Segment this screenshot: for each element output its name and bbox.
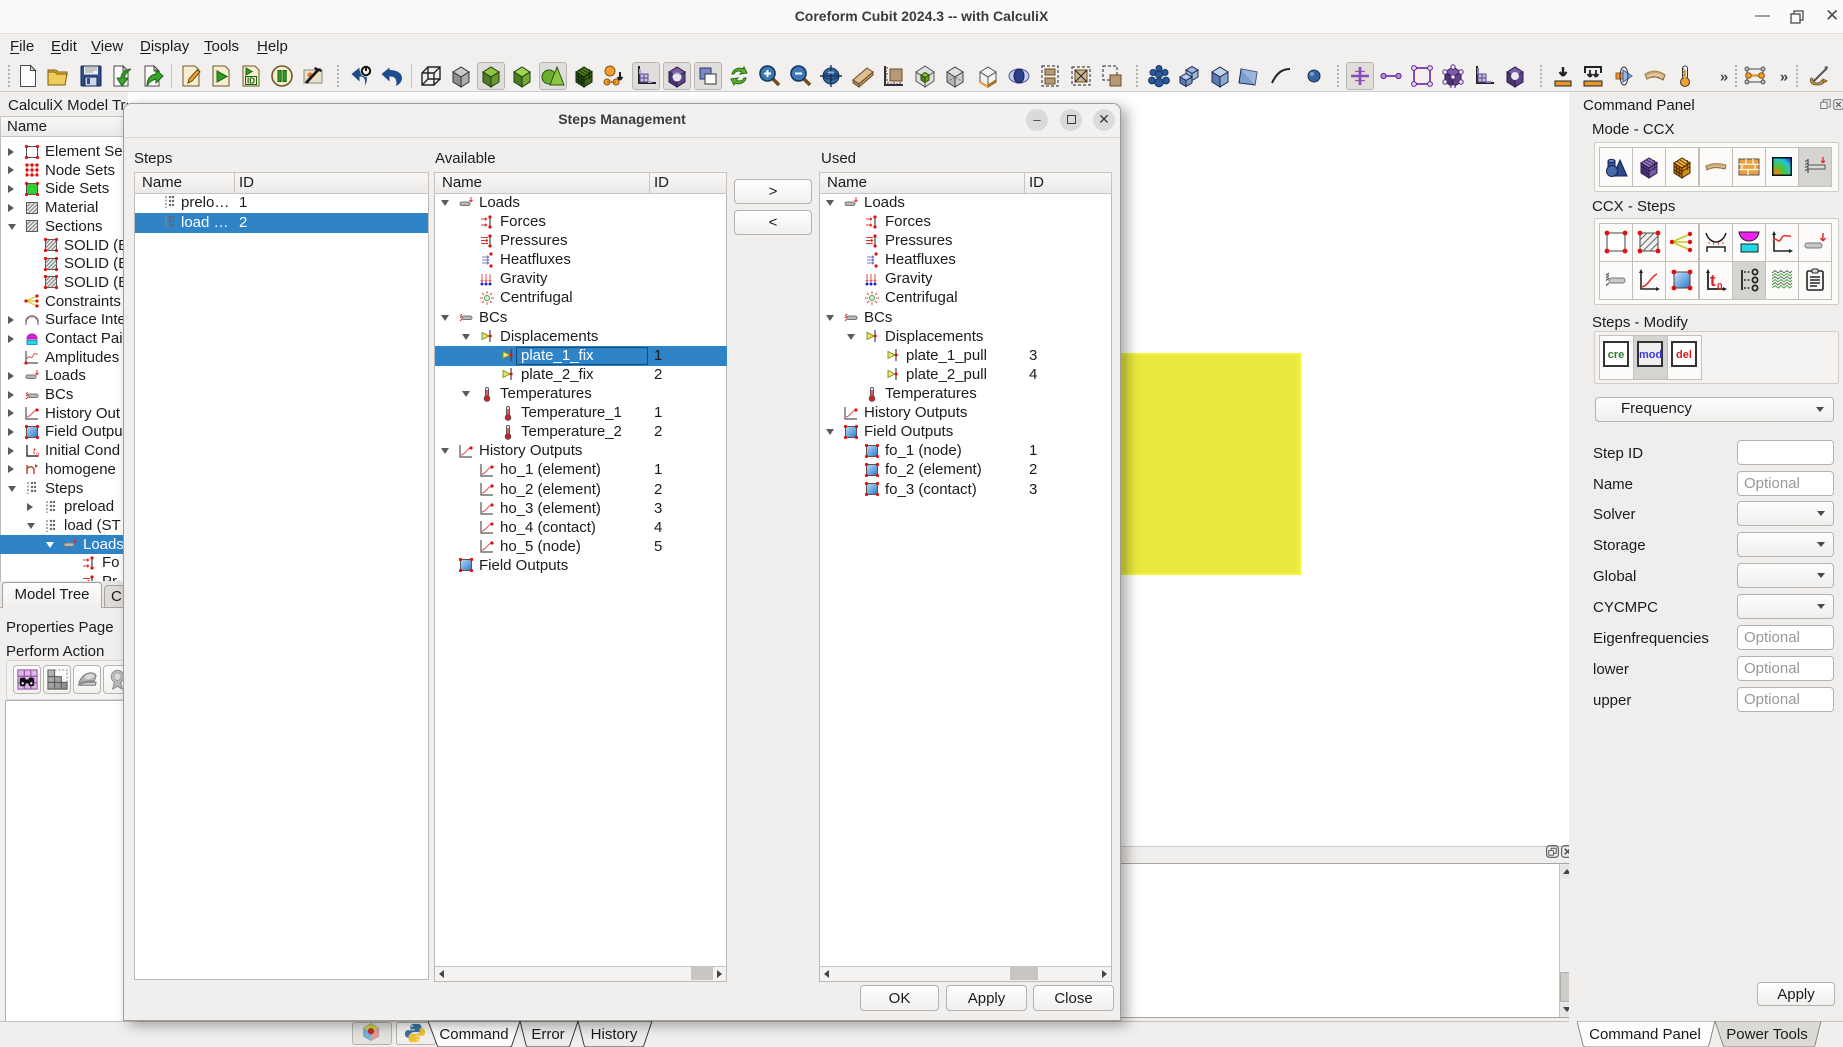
svg-text:0: 0 [36, 453, 40, 459]
svg-text:»: » [1780, 69, 1788, 86]
svg-text:Power Tools: Power Tools [1726, 1026, 1807, 1043]
svg-text:ID: ID [247, 77, 255, 86]
svg-text:0: 0 [1717, 282, 1723, 292]
svg-text:t: t [1710, 271, 1716, 290]
svg-text:History: History [591, 1026, 638, 1043]
svg-text:Error: Error [531, 1026, 564, 1043]
svg-text:Command: Command [439, 1026, 508, 1043]
svg-text:Command Panel: Command Panel [1589, 1026, 1701, 1043]
svg-text:»: » [1720, 69, 1728, 86]
